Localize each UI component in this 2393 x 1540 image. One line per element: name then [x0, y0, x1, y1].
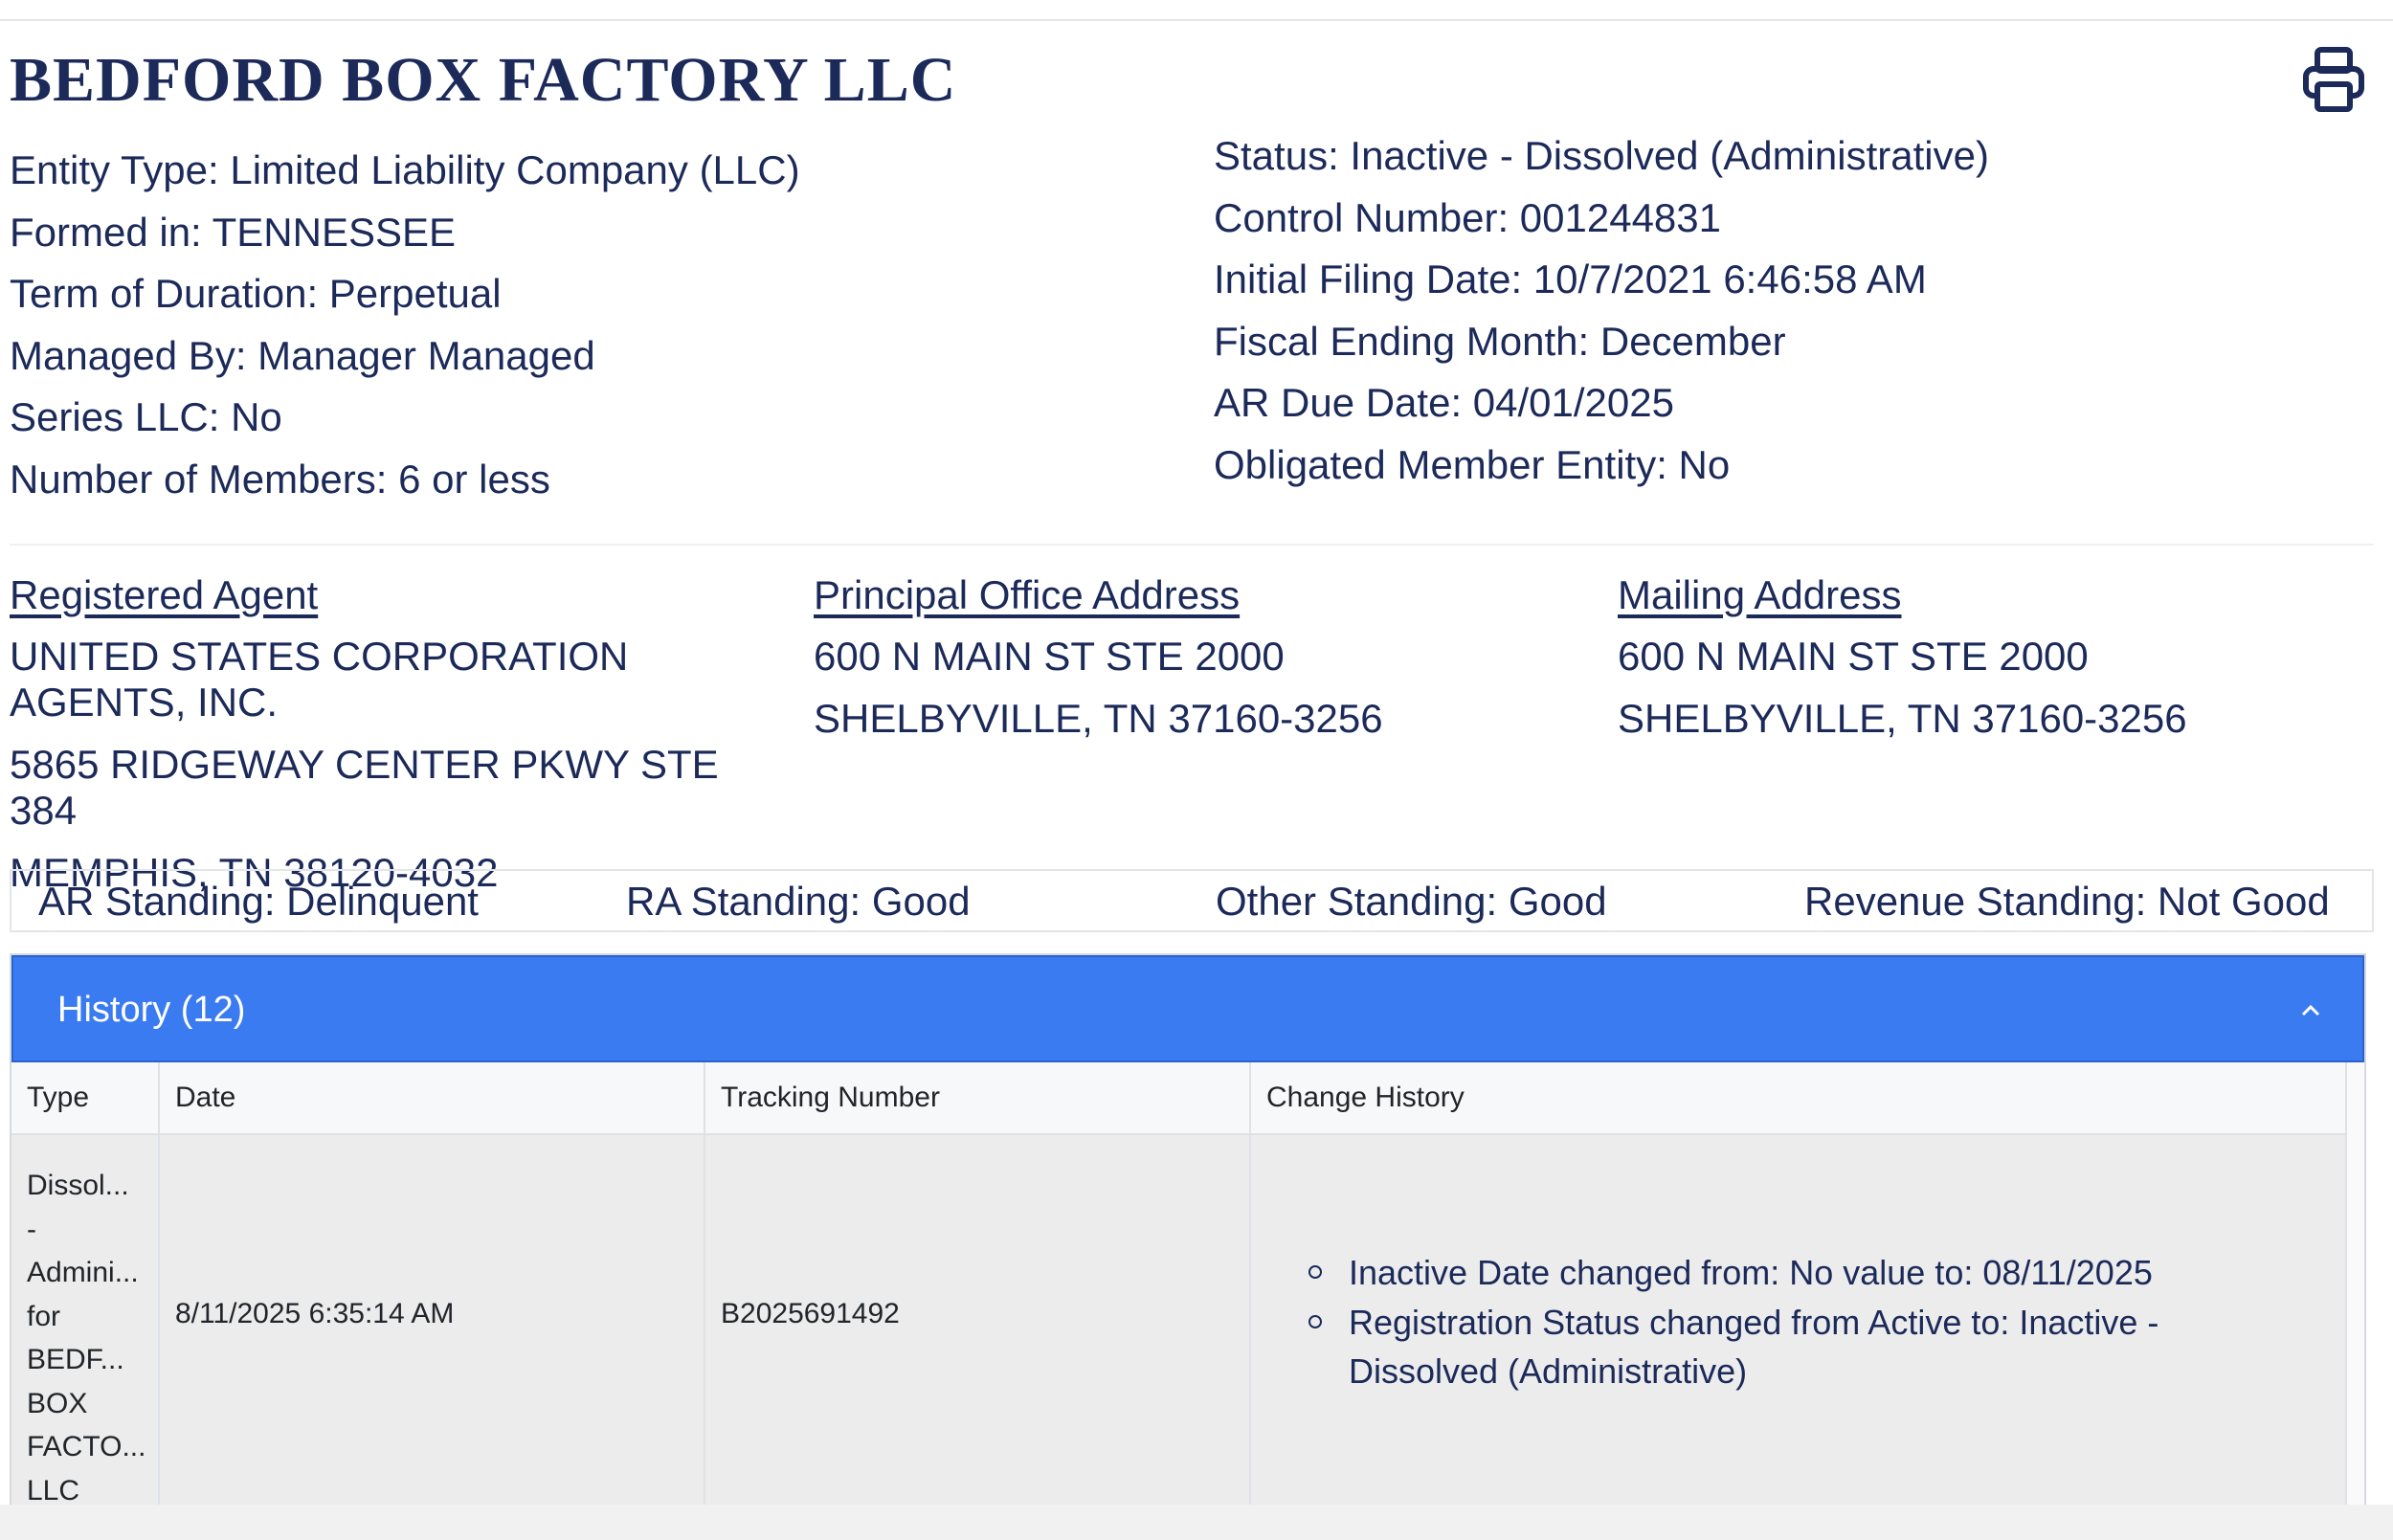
status: Status: Inactive - Dissolved (Administra… — [1214, 133, 1989, 178]
history-table-header: Type Date Tracking Number Change History — [11, 1062, 2345, 1135]
circle-bullet-icon — [1308, 1315, 1322, 1328]
history-header-toggle[interactable]: History (12) — [11, 955, 2364, 1062]
entity-type: Entity Type: Limited Liability Company (… — [10, 147, 800, 192]
change-list: Inactive Date changed from: No value to:… — [1308, 1248, 2304, 1396]
series-llc: Series LLC: No — [10, 394, 282, 439]
type-line: - — [27, 1213, 36, 1245]
table-row[interactable]: Dissol... - Admini... for BEDF... BOX FA… — [11, 1135, 2345, 1539]
registered-agent-name: UNITED STATES CORPORATION AGENTS, INC. — [10, 634, 629, 725]
formed-in: Formed in: TENNESSEE — [10, 209, 457, 255]
entity-details-left: Entity Type: Limited Liability Company (… — [10, 140, 800, 510]
mailing-address-street: 600 N MAIN ST STE 2000 — [1618, 634, 2089, 679]
entity-name: BEDFORD BOX FACTORY LLC — [10, 45, 957, 115]
principal-office-city: SHELBYVILLE, TN 37160-3256 — [814, 696, 1383, 741]
type-line: Admini... — [27, 1257, 139, 1288]
column-header-type[interactable]: Type — [11, 1062, 160, 1133]
control-number: Control Number: 001244831 — [1214, 194, 1722, 240]
obligated-member-entity: Obligated Member Entity: No — [1214, 441, 1731, 487]
history-title: History (12) — [57, 990, 246, 1030]
table-scrollbar[interactable] — [2345, 1062, 2364, 1539]
registered-agent-street: 5865 RIDGEWAY CENTER PKWY STE 384 — [10, 742, 719, 833]
change-text: Inactive Date changed from: No value to:… — [1349, 1253, 2153, 1292]
entity-details-right: Status: Inactive - Dissolved (Administra… — [1214, 125, 1989, 496]
history-panel: History (12) Type Date Tracking Number C… — [10, 953, 2366, 1540]
ar-standing: AR Standing: Delinquent — [38, 879, 479, 924]
principal-office-header: Principal Office Address — [814, 572, 1241, 617]
chevron-up-icon[interactable] — [2299, 999, 2322, 1022]
mailing-address-city: SHELBYVILLE, TN 37160-3256 — [1618, 696, 2187, 741]
date-value: 8/11/2025 6:35:14 AM — [175, 1298, 455, 1329]
revenue-standing: Revenue Standing: Not Good — [1804, 879, 2330, 924]
registered-agent-header: Registered Agent — [10, 572, 319, 617]
cell-tracking-number: B2025691492 — [705, 1135, 1251, 1539]
column-header-tracking-number[interactable]: Tracking Number — [705, 1062, 1251, 1133]
fiscal-ending-month: Fiscal Ending Month: December — [1214, 318, 1786, 364]
section-divider — [10, 544, 2374, 546]
column-header-date[interactable]: Date — [160, 1062, 705, 1133]
term-of-duration: Term of Duration: Perpetual — [10, 271, 502, 316]
ra-standing: RA Standing: Good — [626, 879, 971, 924]
other-standing: Other Standing: Good — [1216, 879, 1607, 924]
managed-by: Managed By: Manager Managed — [10, 332, 595, 378]
type-line: FACTO... — [27, 1431, 146, 1462]
tracking-number-value: B2025691492 — [721, 1298, 900, 1329]
top-divider — [0, 19, 2393, 21]
type-line: Dissol... — [27, 1170, 129, 1201]
ar-due-date: AR Due Date: 04/01/2025 — [1214, 380, 1674, 425]
list-item: Registration Status changed from Active … — [1308, 1298, 2304, 1395]
type-line: BEDF... — [27, 1344, 124, 1375]
cell-change-history: Inactive Date changed from: No value to:… — [1251, 1135, 2345, 1539]
registered-agent-section: Registered Agent UNITED STATES CORPORATI… — [10, 572, 756, 912]
standing-bar: AR Standing: Delinquent RA Standing: Goo… — [10, 869, 2374, 932]
cell-type: Dissol... - Admini... for BEDF... BOX FA… — [11, 1135, 160, 1539]
list-item: Inactive Date changed from: No value to:… — [1308, 1248, 2304, 1297]
column-header-change-history[interactable]: Change History — [1251, 1062, 2345, 1133]
type-line: BOX — [27, 1387, 88, 1419]
circle-bullet-icon — [1308, 1265, 1322, 1279]
printer-icon[interactable] — [2302, 46, 2365, 113]
initial-filing-date: Initial Filing Date: 10/7/2021 6:46:58 A… — [1214, 257, 1927, 301]
principal-office-section: Principal Office Address 600 N MAIN ST S… — [814, 572, 1560, 758]
mailing-address-section: Mailing Address 600 N MAIN ST STE 2000 S… — [1618, 572, 2364, 758]
number-of-members: Number of Members: 6 or less — [10, 456, 550, 502]
cell-date: 8/11/2025 6:35:14 AM — [160, 1135, 705, 1539]
change-text: Registration Status changed from Active … — [1349, 1303, 2159, 1391]
mailing-address-header: Mailing Address — [1618, 572, 1902, 617]
page-bottom-edge — [0, 1505, 2393, 1540]
type-line: for — [27, 1300, 61, 1332]
principal-office-street: 600 N MAIN ST STE 2000 — [814, 634, 1285, 679]
